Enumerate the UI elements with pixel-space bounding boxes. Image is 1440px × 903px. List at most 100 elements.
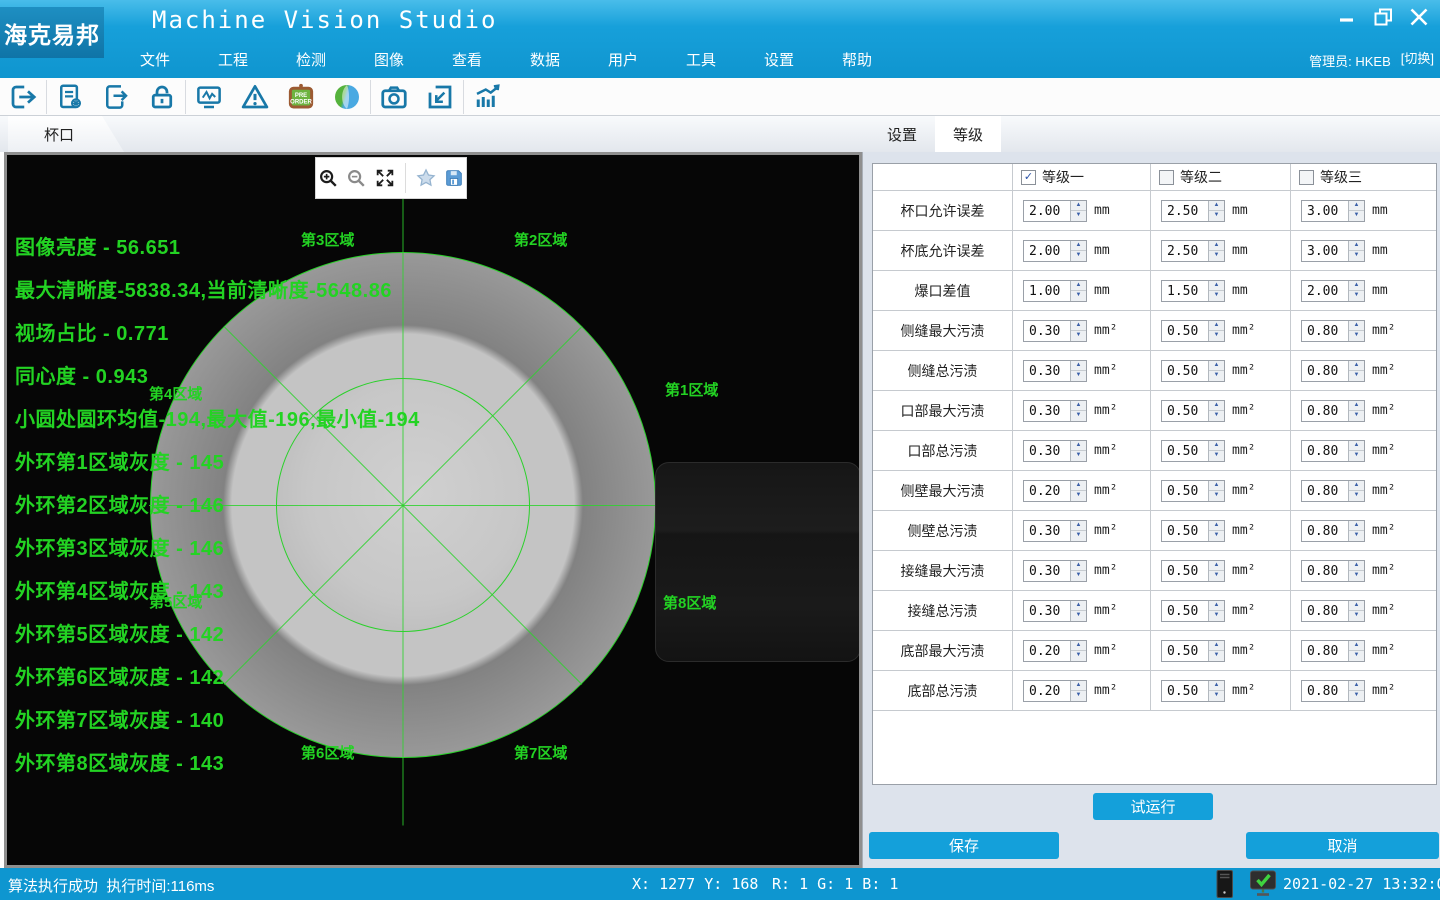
spinbox-r6-c1[interactable]: 0.50▲▼ — [1161, 440, 1225, 462]
spinbox-value[interactable]: 0.80 — [1302, 601, 1348, 621]
spin-up-button[interactable]: ▲ — [1349, 281, 1364, 292]
spin-down-button[interactable]: ▼ — [1209, 531, 1224, 541]
spinbox-value[interactable]: 2.50 — [1162, 241, 1208, 261]
menu-item-2[interactable]: 检测 — [272, 47, 350, 75]
spinbox-r6-c2[interactable]: 0.80▲▼ — [1301, 440, 1365, 462]
spin-down-button[interactable]: ▼ — [1209, 451, 1224, 461]
spin-up-button[interactable]: ▲ — [1071, 601, 1086, 612]
spin-up-button[interactable]: ▲ — [1071, 481, 1086, 492]
spin-down-button[interactable]: ▼ — [1349, 371, 1364, 381]
toolbar-button-lock[interactable] — [139, 79, 185, 115]
toolbar-button-doc-settings[interactable] — [47, 79, 93, 115]
spin-down-button[interactable]: ▼ — [1209, 211, 1224, 221]
grade-checkbox-0[interactable]: ✓ — [1021, 170, 1036, 185]
spin-up-button[interactable]: ▲ — [1209, 481, 1224, 492]
spinbox-r3-c1[interactable]: 0.50▲▼ — [1161, 320, 1225, 342]
menu-item-5[interactable]: 数据 — [506, 47, 584, 75]
spinbox-r11-c0[interactable]: 0.20▲▼ — [1023, 640, 1087, 662]
panel-tab-1[interactable]: 等级 — [935, 116, 1001, 152]
spin-up-button[interactable]: ▲ — [1349, 321, 1364, 332]
spin-down-button[interactable]: ▼ — [1209, 291, 1224, 301]
spin-up-button[interactable]: ▲ — [1209, 561, 1224, 572]
spin-up-button[interactable]: ▲ — [1349, 401, 1364, 412]
spin-down-button[interactable]: ▼ — [1071, 491, 1086, 501]
spinbox-value[interactable]: 0.80 — [1302, 441, 1348, 461]
spin-down-button[interactable]: ▼ — [1209, 411, 1224, 421]
spin-up-button[interactable]: ▲ — [1349, 601, 1364, 612]
spinbox-value[interactable]: 0.30 — [1024, 561, 1070, 581]
spin-up-button[interactable]: ▲ — [1349, 201, 1364, 212]
spinbox-value[interactable]: 0.50 — [1162, 681, 1208, 701]
spinbox-r0-c2[interactable]: 3.00▲▼ — [1301, 200, 1365, 222]
toolbar-button-preorder-sign[interactable]: PREORDER — [278, 79, 324, 115]
spin-up-button[interactable]: ▲ — [1071, 401, 1086, 412]
spin-down-button[interactable]: ▼ — [1071, 651, 1086, 661]
menu-item-8[interactable]: 设置 — [740, 47, 818, 75]
menu-item-0[interactable]: 文件 — [116, 47, 194, 75]
spinbox-value[interactable]: 2.00 — [1024, 241, 1070, 261]
spinbox-value[interactable]: 0.80 — [1302, 521, 1348, 541]
toolbar-button-logout[interactable] — [0, 79, 46, 115]
spinbox-r11-c1[interactable]: 0.50▲▼ — [1161, 640, 1225, 662]
spin-down-button[interactable]: ▼ — [1209, 651, 1224, 661]
grade-checkbox-1[interactable]: ✓ — [1159, 170, 1174, 185]
spinbox-r5-c1[interactable]: 0.50▲▼ — [1161, 400, 1225, 422]
menu-item-4[interactable]: 查看 — [428, 47, 506, 75]
zoom-in-button[interactable] — [316, 166, 340, 191]
spinbox-value[interactable]: 0.80 — [1302, 641, 1348, 661]
spin-up-button[interactable]: ▲ — [1071, 201, 1086, 212]
spin-down-button[interactable]: ▼ — [1071, 531, 1086, 541]
spinbox-r0-c1[interactable]: 2.50▲▼ — [1161, 200, 1225, 222]
toolbar-button-monitor-wave[interactable] — [186, 79, 232, 115]
spin-up-button[interactable]: ▲ — [1071, 281, 1086, 292]
spin-down-button[interactable]: ▼ — [1349, 691, 1364, 701]
spinbox-value[interactable]: 2.00 — [1302, 281, 1348, 301]
tab-cup-mouth[interactable]: 杯口 — [8, 116, 124, 152]
spinbox-r8-c0[interactable]: 0.30▲▼ — [1023, 520, 1087, 542]
spinbox-r4-c0[interactable]: 0.30▲▼ — [1023, 360, 1087, 382]
spinbox-r12-c2[interactable]: 0.80▲▼ — [1301, 680, 1365, 702]
spin-up-button[interactable]: ▲ — [1071, 641, 1086, 652]
menu-item-6[interactable]: 用户 — [584, 47, 662, 75]
spinbox-value[interactable]: 0.30 — [1024, 441, 1070, 461]
spinbox-value[interactable]: 0.20 — [1024, 641, 1070, 661]
menu-item-1[interactable]: 工程 — [194, 47, 272, 75]
save-button[interactable] — [442, 166, 466, 191]
spinbox-value[interactable]: 0.50 — [1162, 561, 1208, 581]
spin-down-button[interactable]: ▼ — [1349, 291, 1364, 301]
cancel-button[interactable]: 取消 — [1246, 832, 1439, 859]
spinbox-value[interactable]: 0.50 — [1162, 321, 1208, 341]
spinbox-r7-c0[interactable]: 0.20▲▼ — [1023, 480, 1087, 502]
spinbox-value[interactable]: 0.80 — [1302, 321, 1348, 341]
spin-up-button[interactable]: ▲ — [1071, 361, 1086, 372]
spin-up-button[interactable]: ▲ — [1071, 441, 1086, 452]
spinbox-r9-c1[interactable]: 0.50▲▼ — [1161, 560, 1225, 582]
spin-up-button[interactable]: ▲ — [1349, 521, 1364, 532]
toolbar-button-eco-sphere[interactable] — [324, 79, 370, 115]
spinbox-value[interactable]: 2.00 — [1024, 201, 1070, 221]
spin-up-button[interactable]: ▲ — [1209, 321, 1224, 332]
spinbox-r5-c0[interactable]: 0.30▲▼ — [1023, 400, 1087, 422]
spinbox-r8-c1[interactable]: 0.50▲▼ — [1161, 520, 1225, 542]
spinbox-value[interactable]: 0.50 — [1162, 601, 1208, 621]
spin-up-button[interactable]: ▲ — [1071, 241, 1086, 252]
spinbox-value[interactable]: 0.50 — [1162, 401, 1208, 421]
spin-up-button[interactable]: ▲ — [1209, 361, 1224, 372]
spinbox-value[interactable]: 0.20 — [1024, 481, 1070, 501]
spin-down-button[interactable]: ▼ — [1071, 211, 1086, 221]
spin-down-button[interactable]: ▼ — [1349, 211, 1364, 221]
spinbox-value[interactable]: 0.50 — [1162, 481, 1208, 501]
switch-user-link[interactable]: [切换] — [1401, 48, 1434, 67]
spinbox-value[interactable]: 0.30 — [1024, 521, 1070, 541]
spin-up-button[interactable]: ▲ — [1071, 681, 1086, 692]
menu-item-9[interactable]: 帮助 — [818, 47, 896, 75]
favorite-star-button[interactable] — [414, 166, 438, 191]
toolbar-button-warning[interactable] — [232, 79, 278, 115]
spin-up-button[interactable]: ▲ — [1349, 481, 1364, 492]
spin-down-button[interactable]: ▼ — [1349, 651, 1364, 661]
spin-down-button[interactable]: ▼ — [1349, 411, 1364, 421]
spin-up-button[interactable]: ▲ — [1209, 281, 1224, 292]
spin-down-button[interactable]: ▼ — [1209, 571, 1224, 581]
spinbox-r9-c0[interactable]: 0.30▲▼ — [1023, 560, 1087, 582]
spinbox-value[interactable]: 1.50 — [1162, 281, 1208, 301]
